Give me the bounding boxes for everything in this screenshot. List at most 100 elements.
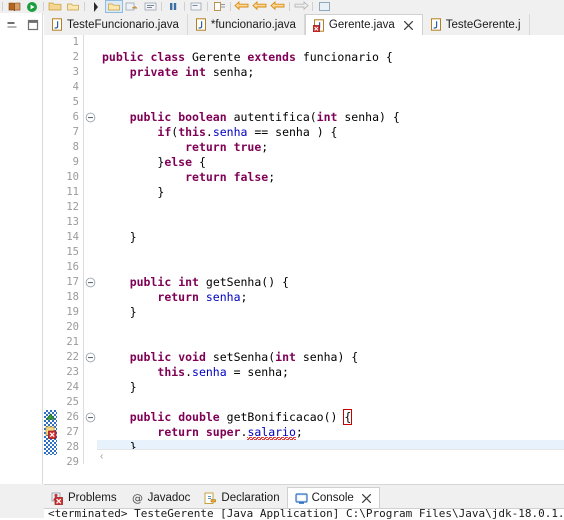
run-last-tool-icon[interactable]: [105, 0, 123, 13]
code-text-area[interactable]: public class Gerente extends funcionario…: [97, 35, 564, 450]
editor-tab-funcionario-java[interactable]: *funcionario.java: [187, 14, 305, 35]
line-number: 2: [72, 51, 79, 63]
bottom-tab-console[interactable]: Console: [286, 487, 380, 508]
back-icon[interactable]: [233, 0, 251, 13]
code-line[interactable]: public class Gerente extends funcionario…: [97, 50, 564, 65]
bottom-tab-label: Problems: [68, 492, 117, 504]
restore-view-icon[interactable]: [315, 0, 333, 13]
error-marker-icon[interactable]: [45, 426, 57, 439]
override-marker-icon[interactable]: [45, 412, 56, 423]
code-line[interactable]: return false;: [97, 170, 564, 185]
line-number-ruler: 1 2 3 4 5 6 7 8 9 10 11 12 13 14 15 16 17 18 19 20 21 22 23 24 2…: [57, 35, 84, 468]
code-line[interactable]: [97, 395, 564, 410]
code-line[interactable]: if(this.senha == senha ) {: [97, 125, 564, 140]
code-line[interactable]: public double getBonificacao() {: [97, 409, 564, 425]
bottom-tab-problems[interactable]: Problems: [44, 488, 124, 508]
code-line[interactable]: }: [97, 230, 564, 245]
code-line[interactable]: return senha;: [97, 290, 564, 305]
folding-ruler[interactable]: [84, 35, 97, 464]
line-number: 29: [66, 456, 79, 468]
code-line[interactable]: [97, 35, 564, 50]
scroll-left-arrow[interactable]: ‹: [100, 451, 103, 463]
code-line[interactable]: }else {: [97, 155, 564, 170]
code-line[interactable]: }: [97, 380, 564, 395]
line-number: 28: [66, 441, 79, 453]
bottom-tab-javadoc[interactable]: @ Javadoc: [124, 488, 198, 508]
javadoc-icon: @: [131, 492, 144, 505]
bottom-tab-declaration[interactable]: Declaration: [197, 488, 286, 508]
editor-tab-testefuncionario-java[interactable]: TesteFuncionario.java: [44, 14, 188, 35]
bottom-tab-label: Declaration: [221, 492, 280, 504]
external-tools-icon[interactable]: [123, 0, 141, 13]
code-line[interactable]: public int getSenha() {: [97, 275, 564, 290]
strip-divider: [42, 13, 43, 487]
main-toolbar: [0, 0, 564, 14]
maximize-view-button[interactable]: [26, 18, 40, 32]
code-line[interactable]: [97, 335, 564, 350]
redo-icon[interactable]: [292, 0, 310, 13]
java-file-error-icon: [312, 18, 325, 32]
line-number: 15: [66, 246, 79, 258]
fold-collapse-icon[interactable]: [85, 277, 96, 288]
undo-icon[interactable]: [269, 0, 287, 13]
code-line[interactable]: }: [97, 185, 564, 200]
code-line[interactable]: return super.salario;: [97, 425, 564, 442]
editor-tab-gerente-java[interactable]: Gerente.java: [304, 14, 423, 36]
minimize-view-button[interactable]: [5, 18, 19, 32]
code-editor[interactable]: 1 2 3 4 5 6 7 8 9 10 11 12 13 14 15 16 17 18 19 20 21 22 23 24 2…: [44, 35, 564, 468]
bottom-left-corner: [0, 484, 44, 518]
svg-text:@: @: [132, 492, 143, 505]
left-view-strip: [0, 13, 43, 487]
line-number: 6: [72, 111, 79, 123]
close-icon[interactable]: [361, 493, 372, 504]
editor-marker-ruler[interactable]: [44, 35, 57, 464]
new-java-class-icon[interactable]: [141, 0, 159, 13]
line-number: 26: [66, 411, 79, 423]
open-type-icon[interactable]: [5, 0, 23, 13]
new-element-icon[interactable]: [210, 0, 228, 13]
code-line[interactable]: [97, 245, 564, 260]
step-over-icon[interactable]: [187, 0, 205, 13]
code-line[interactable]: return true;: [97, 140, 564, 155]
line-number: 10: [66, 171, 79, 183]
line-number: 13: [66, 216, 79, 228]
code-line[interactable]: [97, 95, 564, 110]
line-number: 23: [66, 366, 79, 378]
code-line[interactable]: }: [97, 305, 564, 320]
fold-collapse-icon[interactable]: [85, 412, 96, 423]
editor-horizontal-scrollbar[interactable]: ‹: [97, 449, 564, 464]
declaration-icon: [204, 492, 217, 505]
code-line[interactable]: public boolean autentifica(int senha) {: [97, 110, 564, 125]
line-number: 14: [66, 231, 79, 243]
line-number: 5: [72, 96, 79, 108]
code-line[interactable]: [97, 200, 564, 215]
fold-collapse-icon[interactable]: [85, 112, 96, 123]
run-icon[interactable]: [23, 0, 41, 13]
code-line[interactable]: this.senha = senha;: [97, 365, 564, 380]
close-icon[interactable]: [403, 20, 414, 31]
line-number: 21: [66, 336, 79, 348]
line-number: 18: [66, 291, 79, 303]
fold-collapse-icon[interactable]: [85, 352, 96, 363]
new-folder-icon[interactable]: [46, 0, 64, 13]
code-line[interactable]: [97, 320, 564, 335]
line-number: 1: [72, 36, 79, 48]
code-line[interactable]: [97, 260, 564, 275]
editor-tab-label: TesteGerente.j: [445, 18, 521, 31]
debug-icon[interactable]: [87, 0, 105, 13]
code-line[interactable]: [97, 80, 564, 95]
code-line[interactable]: [97, 215, 564, 230]
code-line[interactable]: public void setSenha(int senha) {: [97, 350, 564, 365]
editor-tab-testegerente-j[interactable]: TesteGerente.j: [422, 14, 530, 35]
line-number: 11: [66, 186, 79, 198]
console-output[interactable]: <terminated> TesteGerente [Java Applicat…: [44, 508, 564, 520]
line-number: 8: [72, 141, 79, 153]
editor-tab-label: TesteFuncionario.java: [67, 18, 179, 31]
view-control-buttons: [5, 18, 40, 32]
pause-icon[interactable]: [164, 0, 182, 13]
line-number: 16: [66, 261, 79, 273]
code-line[interactable]: private int senha;: [97, 65, 564, 80]
editor-tab-bar: TesteFuncionario.java *funcionario.java Ge…: [44, 13, 564, 36]
open-resource-icon[interactable]: [64, 0, 82, 13]
forward-icon[interactable]: [251, 0, 269, 13]
